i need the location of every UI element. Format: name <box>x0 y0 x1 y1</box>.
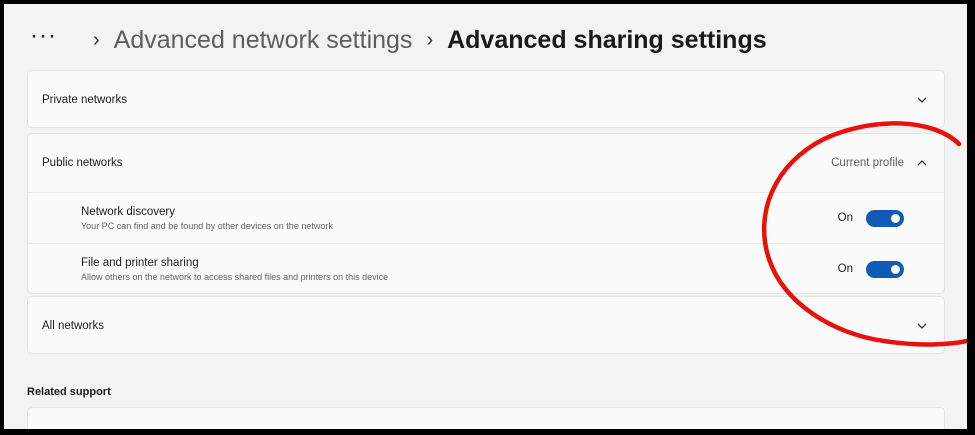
network-discovery-state: On <box>837 212 853 224</box>
related-support-heading: Related support <box>27 386 111 398</box>
chevron-down-icon[interactable] <box>916 320 928 332</box>
breadcrumb-separator: › <box>92 28 100 51</box>
public-networks-title: Public networks <box>42 157 123 169</box>
chevron-up-icon[interactable] <box>916 157 928 169</box>
all-networks-card[interactable]: All networks <box>27 296 945 354</box>
settings-window: ··· › Advanced network settings › Advanc… <box>4 4 967 429</box>
more-icon[interactable]: ··· <box>30 22 57 50</box>
public-networks-header[interactable]: Public networks Current profile <box>28 134 944 192</box>
file-printer-sharing-description: Allow others on the network to access sh… <box>81 271 389 282</box>
chevron-down-icon[interactable] <box>916 94 928 106</box>
page-title: Advanced sharing settings <box>447 25 767 54</box>
file-printer-sharing-state: On <box>837 263 853 275</box>
file-printer-sharing-title: File and printer sharing <box>81 256 199 269</box>
file-printer-sharing-toggle[interactable] <box>866 260 904 278</box>
current-profile-badge: Current profile <box>831 157 904 169</box>
all-networks-title: All networks <box>42 320 104 332</box>
breadcrumb: ··· › Advanced network settings › Advanc… <box>30 22 767 58</box>
network-discovery-description: Your PC can find and be found by other d… <box>81 220 333 231</box>
toggle-knob <box>891 264 900 274</box>
network-discovery-toggle[interactable] <box>866 209 904 227</box>
breadcrumb-separator: › <box>426 28 434 51</box>
private-networks-title: Private networks <box>42 94 128 106</box>
related-support-card[interactable] <box>27 407 945 429</box>
file-printer-sharing-row: File and printer sharing Allow others on… <box>28 244 944 294</box>
breadcrumb-parent-link[interactable]: Advanced network settings <box>114 26 413 55</box>
public-networks-card: Public networks Current profile Network … <box>27 133 945 294</box>
network-discovery-title: Network discovery <box>81 205 175 218</box>
private-networks-card[interactable]: Private networks <box>27 70 945 128</box>
toggle-knob <box>891 213 900 223</box>
network-discovery-row: Network discovery Your PC can find and b… <box>28 193 944 243</box>
